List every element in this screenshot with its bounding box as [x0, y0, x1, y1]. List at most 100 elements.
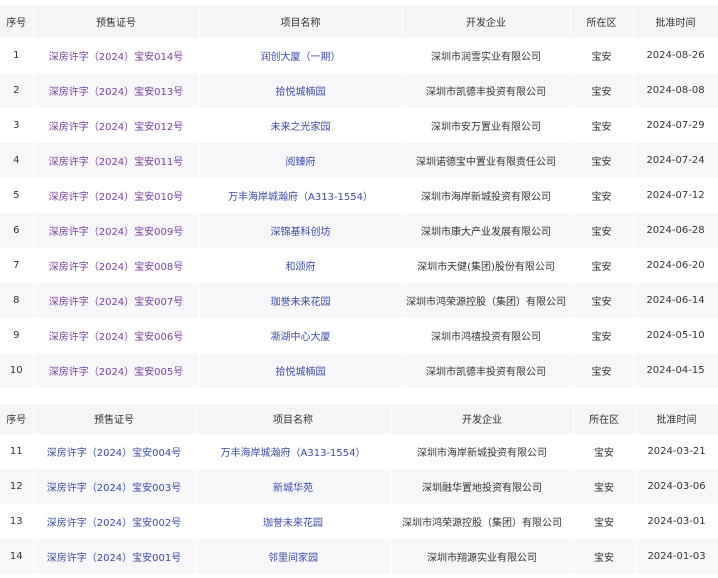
table-row: 12 深房许字（2024）宝安003号 新城华苑 深圳融华置地投资有限公司 宝安 2024…	[0, 469, 718, 504]
project-name-link[interactable]: 拾悦城楠园	[276, 367, 326, 378]
approval-date: 2024-03-06	[647, 481, 706, 492]
table-row: 10 深房许字（2024）宝安005号 拾悦城楠园 深圳市凯德丰投资有限公司 宝安 202…	[0, 353, 718, 388]
project-name-link[interactable]: 凘湖中心大厦	[271, 332, 331, 343]
project-name-link[interactable]: 拾悦城楠园	[276, 87, 326, 98]
project-name-link[interactable]: 万丰海岸城瀚府（A313-1554）	[221, 448, 366, 459]
permit-number-link[interactable]: 深房许字（2024）宝安013号	[49, 87, 184, 98]
cell-permit: 深房许字（2024）宝安002号	[33, 504, 196, 539]
cell-permit: 深房许字（2024）宝安006号	[33, 318, 200, 353]
row-number: 2	[13, 85, 20, 96]
permit-number-link[interactable]: 深房许字（2024）宝安001号	[47, 553, 182, 564]
project-name-link[interactable]: 珈誉未来花园	[271, 297, 331, 308]
approval-date: 2024-07-24	[646, 155, 705, 166]
cell-permit: 深房许字（2024）宝安010号	[33, 178, 200, 213]
header-no: 序号	[0, 404, 34, 435]
permit-number-link[interactable]: 深房许字（2024）宝安002号	[47, 518, 182, 529]
permit-number-link[interactable]: 深房许字（2024）宝安003号	[47, 483, 182, 494]
approval-date: 2024-08-26	[646, 50, 705, 62]
cell-permit: 深房许字（2024）宝安003号	[33, 469, 196, 504]
district-name: 宝安	[591, 157, 612, 168]
cell-date: 2024-03-21	[635, 434, 718, 469]
project-name-link[interactable]: 和颂府	[286, 262, 316, 273]
cell-permit: 深房许字（2024）宝安014号	[33, 38, 200, 73]
cell-date: 2024-07-24	[633, 143, 718, 178]
developer-name: 深圳市凯德丰投资有限公司	[426, 367, 546, 378]
table-row: 9 深房许字（2024）宝安006号 凘湖中心大厦 深圳市鸿禧投资有限公司 宝安 2024…	[0, 318, 718, 353]
row-number: 10	[9, 365, 23, 376]
project-name-link[interactable]: 润创大厦（一期）	[261, 52, 341, 63]
cell-permit: 深房许字（2024）宝安005号	[33, 353, 200, 388]
project-name-link[interactable]: 未来之光家园	[271, 122, 331, 133]
permit-number-link[interactable]: 深房许字（2024）宝安014号	[49, 52, 184, 63]
cell-permit: 深房许字（2024）宝安004号	[33, 434, 196, 469]
table-header-row: 序号 预售证号 项目名称 开发企业 所在区 批准时间	[0, 404, 718, 435]
cell-date: 2024-06-28	[633, 213, 718, 248]
approval-date: 2024-08-08	[646, 85, 705, 96]
permit-number-link[interactable]: 深房许字（2024）宝安005号	[49, 367, 184, 378]
cell-project: 深锦基科创坊	[199, 213, 403, 248]
cell-date: 2024-07-29	[633, 108, 718, 143]
cell-date: 2024-07-12	[633, 178, 718, 213]
cell-project: 万丰海岸城瀚府（A313-1554）	[195, 434, 392, 469]
developer-name: 深圳融华置地投资有限公司	[422, 483, 542, 494]
cell-date: 2024-06-20	[633, 248, 718, 283]
table-body: 11 深房许字（2024）宝安004号 万丰海岸城瀚府（A313-1554） 深圳市海…	[0, 434, 718, 574]
table-row: 6 深房许字（2024）宝安009号 深锦基科创坊 深圳市康大产业发展有限公司 宝安 20…	[0, 213, 718, 248]
cell-permit: 深房许字（2024）宝安008号	[33, 248, 200, 283]
project-name-link[interactable]: 新城华苑	[273, 483, 313, 494]
cell-no: 5	[0, 178, 34, 213]
cell-project: 拾悦城楠园	[199, 73, 403, 108]
table-row: 8 深房许字（2024）宝安007号 珈誉未来花园 深圳市鸿荣源控股（集团）有限公司 宝…	[0, 283, 718, 318]
developer-name: 深圳市润雪实业有限公司	[431, 52, 541, 64]
row-number: 7	[13, 260, 20, 271]
approval-date: 2024-03-21	[647, 446, 706, 458]
row-number: 4	[13, 155, 20, 166]
cell-project: 未来之光家园	[199, 108, 403, 143]
developer-name: 深圳市天健(集团)股份有限公司	[417, 262, 555, 273]
project-name-link[interactable]: 万丰海岸城瀚府（A313-1554）	[228, 192, 373, 203]
row-number: 5	[13, 190, 20, 201]
approval-date: 2024-05-10	[646, 330, 705, 341]
permit-number-link[interactable]: 深房许字（2024）宝安010号	[49, 192, 184, 203]
permit-number-link[interactable]: 深房许字（2024）宝安007号	[49, 297, 184, 308]
cell-project: 和颂府	[199, 248, 403, 283]
row-number: 8	[13, 295, 20, 306]
header-project: 项目名称	[195, 404, 392, 435]
permit-number-link[interactable]: 深房许字（2024）宝安009号	[49, 227, 184, 238]
project-name-link[interactable]: 邻里间家园	[268, 553, 318, 564]
cell-district: 宝安	[570, 38, 634, 73]
header-project: 项目名称	[199, 5, 403, 39]
cell-permit: 深房许字（2024）宝安011号	[33, 143, 200, 178]
permit-number-link[interactable]: 深房许字（2024）宝安006号	[49, 332, 184, 343]
district-name: 宝安	[591, 192, 612, 203]
cell-developer: 深圳市康大产业发展有限公司	[402, 213, 571, 248]
row-number: 6	[13, 225, 20, 236]
district-name: 宝安	[594, 553, 614, 564]
cell-date: 2024-08-26	[633, 38, 718, 73]
project-name-link[interactable]: 深锦基科创坊	[271, 227, 331, 238]
approval-date: 2024-04-15	[646, 365, 705, 376]
permit-number-link[interactable]: 深房许字（2024）宝安004号	[47, 448, 182, 459]
cell-developer: 深圳市凯德丰投资有限公司	[402, 353, 571, 388]
district-name: 宝安	[591, 122, 612, 133]
district-name: 宝安	[594, 483, 614, 494]
cell-date: 2024-05-10	[633, 318, 718, 353]
row-number: 12	[9, 481, 23, 492]
project-name-link[interactable]: 阅臻府	[286, 157, 316, 168]
developer-name: 深圳诺德宝中置业有限责任公司	[416, 157, 556, 168]
permit-number-link[interactable]: 深房许字（2024）宝安011号	[49, 157, 184, 168]
cell-district: 宝安	[570, 283, 634, 318]
permit-number-link[interactable]: 深房许字（2024）宝安012号	[49, 122, 184, 133]
district-name: 宝安	[591, 227, 612, 238]
permit-number-link[interactable]: 深房许字（2024）宝安008号	[49, 262, 184, 273]
cell-developer: 深圳市鸿荣源控股（集团）有限公司	[402, 283, 571, 318]
table-body: 1 深房许字（2024）宝安014号 润创大厦（一期） 深圳市润雪实业有限公司 宝安 20…	[0, 38, 718, 388]
table-header-row: 序号 预售证号 项目名称 开发企业 所在区 批准时间	[0, 5, 718, 39]
cell-no: 14	[0, 539, 34, 574]
project-name-link[interactable]: 珈誉未来花园	[263, 518, 323, 529]
cell-no: 4	[0, 143, 34, 178]
approval-date: 2024-01-03	[647, 551, 706, 562]
district-name: 宝安	[594, 518, 614, 529]
cell-date: 2024-04-15	[633, 353, 718, 388]
table-row: 11 深房许字（2024）宝安004号 万丰海岸城瀚府（A313-1554） 深圳市海…	[0, 434, 718, 469]
